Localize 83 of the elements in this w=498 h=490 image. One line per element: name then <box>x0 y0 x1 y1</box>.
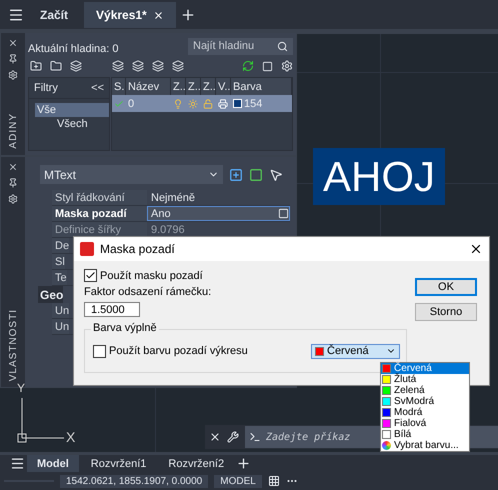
search-icon <box>277 40 288 52</box>
ucs-drawing: Y X <box>8 380 78 444</box>
check-icon <box>85 270 96 281</box>
add-icon[interactable] <box>229 168 243 182</box>
canvas-text: AHOJ <box>313 148 445 205</box>
settings-icon[interactable] <box>8 70 18 80</box>
grid-icon[interactable] <box>268 475 280 487</box>
settings-icon[interactable] <box>281 60 293 72</box>
folder-icon[interactable] <box>50 60 62 72</box>
background-checkbox[interactable]: Použít barvu pozadí výkresu <box>93 344 248 358</box>
color-swatch[interactable] <box>233 99 242 108</box>
layers-icon[interactable] <box>70 60 82 72</box>
tree-item[interactable]: Vše <box>35 103 109 117</box>
dialog-button[interactable]: OK <box>415 278 477 296</box>
model-button[interactable]: MODEL <box>214 474 262 488</box>
close-icon[interactable] <box>152 10 164 20</box>
filters-title: Filtry <box>34 82 58 94</box>
pin-icon[interactable] <box>8 178 18 188</box>
layout-tab[interactable]: Model <box>27 455 79 472</box>
settings-icon[interactable] <box>8 194 18 204</box>
menu-icon[interactable] <box>8 7 24 23</box>
group-title: Barva výplně <box>91 322 159 334</box>
close-icon[interactable] <box>469 242 483 256</box>
close-icon[interactable] <box>8 38 18 48</box>
close-icon[interactable] <box>209 431 221 443</box>
app-icon <box>80 242 94 256</box>
column-header[interactable]: Barva <box>231 78 292 95</box>
property-label: Definice šířky <box>52 222 147 237</box>
column-header[interactable]: Název <box>126 78 171 95</box>
property-label: Un <box>52 319 70 334</box>
property-label: Te <box>52 270 67 285</box>
dialog-title: Maska pozadí <box>100 242 175 256</box>
dialog-button[interactable]: Storno <box>415 303 477 321</box>
property-label: Sl <box>52 254 65 269</box>
property-label: Maska pozadí <box>52 206 147 221</box>
pointer-icon[interactable] <box>269 168 283 182</box>
square-icon[interactable] <box>262 60 273 72</box>
property-value[interactable]: Ano <box>147 206 290 221</box>
tree-item[interactable]: Všech <box>55 117 90 131</box>
select-icon[interactable] <box>249 168 263 182</box>
color-select[interactable]: Červená <box>311 344 400 358</box>
menu-icon[interactable] <box>10 456 25 471</box>
property-label: Styl řádkování <box>52 190 147 205</box>
printer-icon[interactable] <box>218 98 228 108</box>
column-header[interactable]: S.. <box>112 78 126 95</box>
layers-icon[interactable] <box>132 60 144 72</box>
table-cell: 154 <box>244 98 262 110</box>
property-value[interactable]: Nejméně <box>147 190 290 205</box>
mask-checkbox[interactable]: Použít masku pozadí <box>84 269 407 282</box>
folder-plus-icon[interactable] <box>30 60 42 72</box>
prompt-icon <box>249 431 261 443</box>
dialog-button-icon[interactable] <box>278 208 289 219</box>
plus-icon[interactable] <box>180 7 196 23</box>
column-header[interactable]: Z.. <box>171 78 186 95</box>
column-header[interactable]: Z.. <box>201 78 216 95</box>
color-option[interactable]: Červená <box>381 363 469 374</box>
document-tab[interactable]: Výkres1* <box>84 2 176 28</box>
close-icon[interactable] <box>8 162 18 172</box>
wrench-icon[interactable] <box>227 431 239 443</box>
column-header[interactable]: V.. <box>216 78 231 95</box>
field-label: Faktor odsazení rámečku: <box>84 286 212 298</box>
palette-title: VLASTNOSTI <box>8 308 18 381</box>
collapse-button[interactable]: << <box>91 82 104 94</box>
color-wheel-icon <box>382 441 391 450</box>
check-icon <box>114 98 124 108</box>
palette-title: ADINY <box>8 113 18 149</box>
object-type-select[interactable]: MText <box>40 165 223 184</box>
layout-tab[interactable]: Rozvržení2 <box>158 455 234 472</box>
property-label: Un <box>52 303 70 318</box>
coordinates: 1542.0621, 1855.1907, 0.0000 <box>60 474 208 488</box>
search-field[interactable]: Najít hladinu <box>191 39 277 53</box>
document-tab[interactable]: Začít <box>28 2 80 28</box>
table-cell: 0 <box>128 98 134 110</box>
layout-tab[interactable]: Rozvržení1 <box>80 455 156 472</box>
current-layer: Aktuální hladina: 0 <box>28 43 119 55</box>
plus-icon[interactable] <box>236 456 252 471</box>
section-header[interactable]: Geo <box>38 286 64 303</box>
property-label: De <box>52 238 70 253</box>
offset-field[interactable]: 1.5000 <box>84 302 140 317</box>
column-header[interactable]: Z.. <box>186 78 201 95</box>
pin-icon[interactable] <box>8 54 18 64</box>
search-box[interactable]: Najít hladinu <box>188 38 293 54</box>
refresh-icon[interactable] <box>242 60 254 72</box>
